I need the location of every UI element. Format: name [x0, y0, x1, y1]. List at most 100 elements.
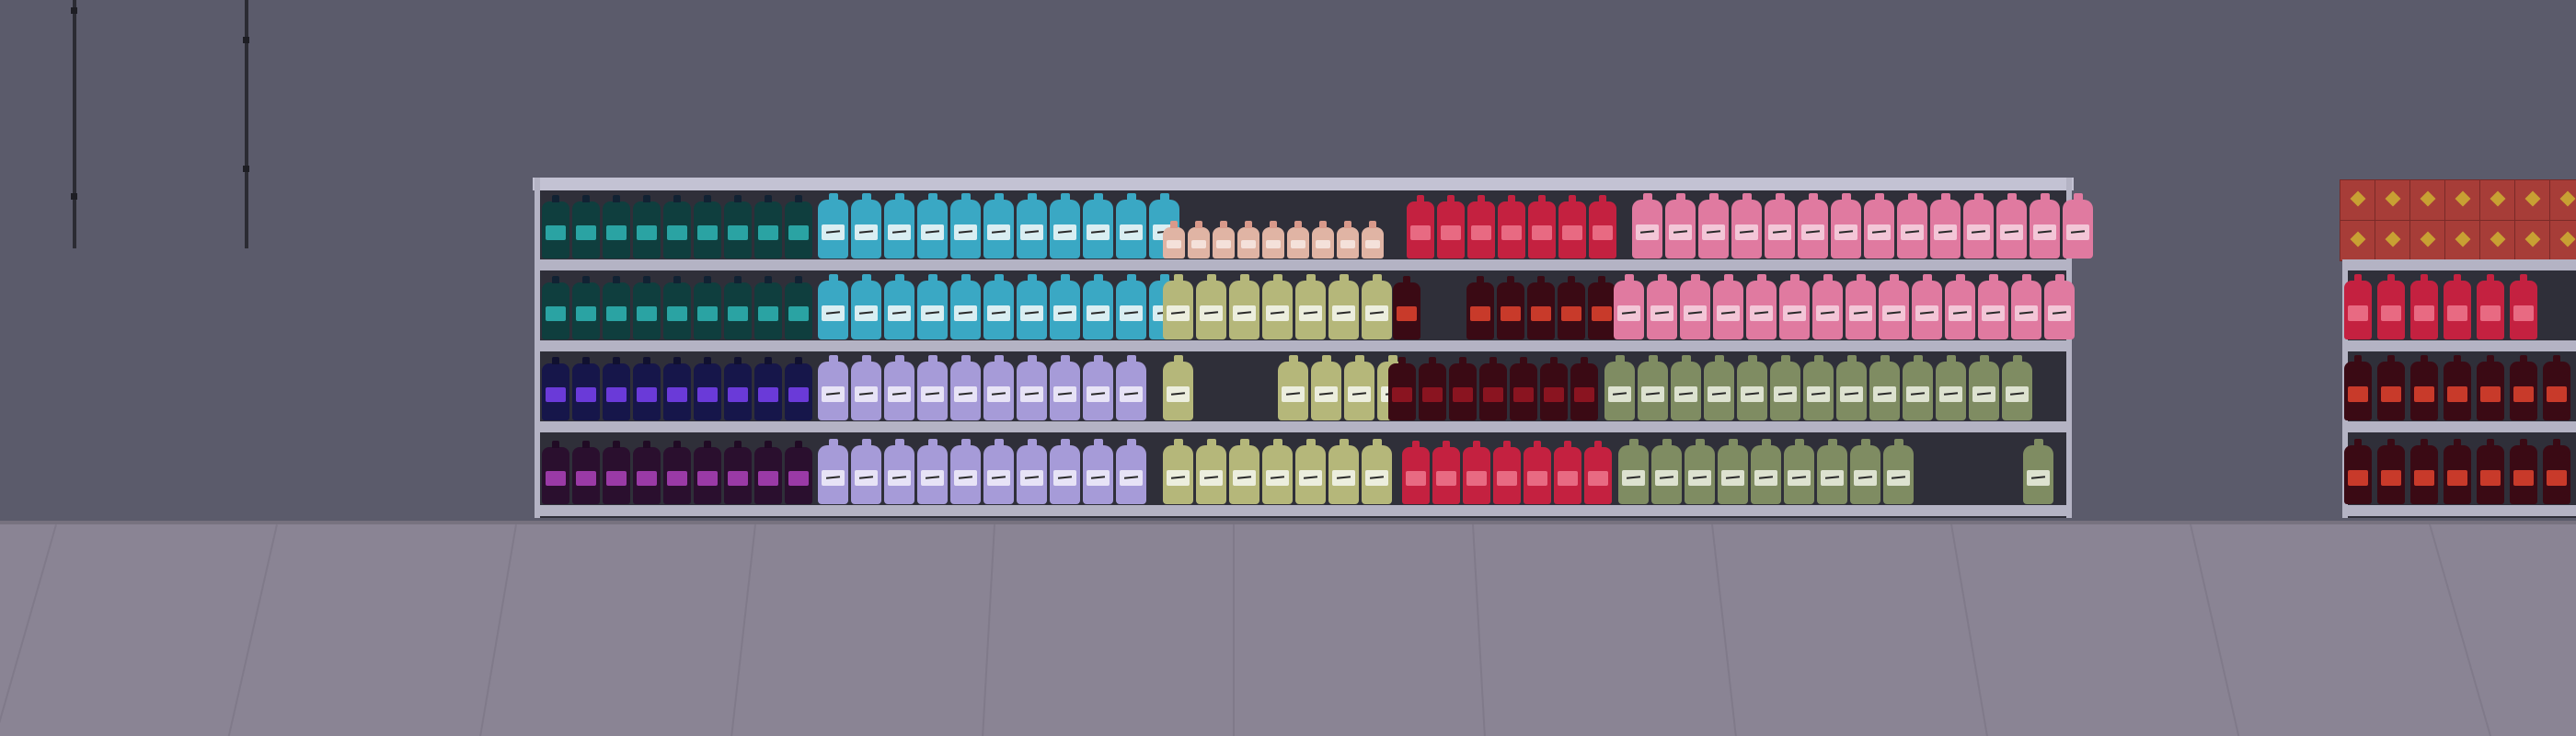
- bottle-label: [667, 306, 687, 322]
- bottle-cap: [1195, 221, 1202, 228]
- bottle-label: [2414, 469, 2434, 486]
- bottle-label: [1972, 385, 1995, 402]
- plum-bottle: [724, 441, 752, 504]
- bottle-label: [2348, 305, 2368, 321]
- bottle-cap: [1714, 355, 1724, 362]
- label-scribble: [1824, 476, 1840, 480]
- bottle-cap: [1159, 193, 1169, 201]
- bottle-cap: [1841, 193, 1851, 201]
- navy-purple-bottle: [633, 357, 661, 420]
- lavender-jug: [1083, 355, 1113, 420]
- bottle-cap: [2354, 355, 2362, 362]
- label-scribble: [1303, 476, 1318, 480]
- bottle-label: [1532, 225, 1552, 241]
- pink-jug: [1614, 274, 1644, 339]
- sage-jug: [1850, 439, 1880, 504]
- label-scribble: [1236, 311, 1252, 316]
- light-blue-jug: [950, 193, 981, 259]
- bottle-label: [2447, 305, 2467, 321]
- bottle-label: [1167, 469, 1190, 486]
- bottle-cap: [613, 276, 620, 283]
- olive-jug: [1163, 274, 1193, 339]
- shelf-board: [535, 340, 2072, 351]
- bottle-cap: [1447, 195, 1455, 202]
- bottle-cap: [894, 274, 904, 282]
- label-scribble: [1853, 311, 1869, 316]
- label-scribble: [1659, 476, 1674, 480]
- label-scribble: [1336, 311, 1351, 316]
- bottle-label: [1816, 305, 1839, 321]
- bottle-label: [1053, 224, 1076, 240]
- bottle-label: [728, 306, 748, 322]
- bottle-label: [1949, 305, 1972, 321]
- bottle-cap: [1060, 274, 1070, 282]
- dark-teal-bottle: [572, 276, 600, 339]
- bottle-cap: [1569, 195, 1576, 202]
- shelf-board: [535, 505, 2072, 516]
- bottle-cap: [1756, 274, 1766, 282]
- bottle-cap: [828, 274, 838, 282]
- bottle-cap: [1568, 276, 1575, 283]
- pink-jug: [1698, 193, 1729, 259]
- bottle-label: [1392, 387, 1412, 403]
- pink-jug: [1945, 274, 1975, 339]
- pink-jug: [2063, 193, 2093, 259]
- bottle-label: [1774, 385, 1797, 402]
- bottle-label: [1636, 224, 1659, 240]
- dark-teal-bottle: [694, 195, 721, 259]
- olive-jug: [1229, 274, 1259, 339]
- label-scribble: [1758, 476, 1774, 480]
- cola-bottle: [2477, 355, 2504, 420]
- bottle-cap: [2454, 274, 2461, 282]
- bottle-cap: [2387, 274, 2395, 282]
- plum-bottle: [603, 441, 630, 504]
- red-bottle: [1528, 195, 1556, 259]
- dark-teal-bottle: [754, 276, 782, 339]
- label-scribble: [1024, 392, 1040, 397]
- bottle-label: [2033, 224, 2056, 240]
- bottle-cap: [2454, 439, 2461, 446]
- lavender-jug: [818, 439, 848, 504]
- pink-jug: [1831, 193, 1861, 259]
- bottle-label: [954, 224, 977, 240]
- bottle-cap: [1473, 441, 1480, 448]
- bottle-label: [1801, 224, 1824, 240]
- bottle-cap: [894, 439, 904, 446]
- bottle-cap: [1662, 439, 1672, 446]
- bottle-label: [2000, 224, 2023, 240]
- label-scribble: [1711, 392, 1727, 397]
- product-box: [2444, 179, 2480, 221]
- sage-jug: [1604, 355, 1635, 420]
- lavender-jug: [818, 355, 848, 420]
- bottle-label: [637, 471, 657, 487]
- bottle-label: [1708, 385, 1731, 402]
- bottle-cap: [994, 439, 1004, 446]
- bottle-cap: [1534, 441, 1541, 448]
- bottle-cap: [1742, 193, 1752, 201]
- sage-jug: [1936, 355, 1966, 420]
- bottle-cap: [1599, 195, 1606, 202]
- bottle-label: [2006, 385, 2029, 402]
- bottle-label: [2015, 305, 2038, 321]
- label-scribble: [1123, 392, 1139, 397]
- red-bottle: [1524, 441, 1551, 504]
- dark-red-bottle: [1510, 357, 1537, 420]
- bottle-label: [1754, 469, 1777, 486]
- floor-tile-seam: [223, 524, 278, 736]
- bottle-label: [1332, 469, 1355, 486]
- label-scribble: [1844, 392, 1859, 397]
- label-scribble: [1336, 476, 1351, 480]
- olive-jug: [1311, 355, 1341, 420]
- bottle-cap: [1922, 274, 1932, 282]
- bottle-label: [1020, 224, 1043, 240]
- bottle-cap: [2487, 355, 2494, 362]
- bottle-cap: [2021, 274, 2031, 282]
- bottle-cap: [1060, 193, 1070, 201]
- label-scribble: [1985, 311, 2001, 316]
- label-scribble: [1904, 230, 1920, 235]
- pink-jug: [1864, 193, 1894, 259]
- red-bottle: [1584, 441, 1612, 504]
- red-bottle: [2444, 274, 2471, 339]
- lavender-jug: [1050, 439, 1080, 504]
- small-peach-bottle: [1287, 221, 1309, 259]
